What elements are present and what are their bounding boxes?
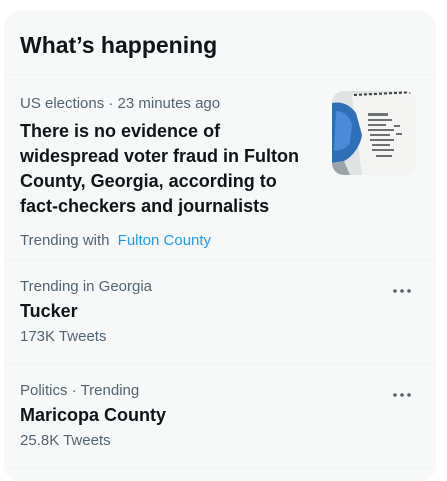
trending-with: Trending with Fulton County — [20, 231, 420, 251]
panel-title: What’s happening — [20, 32, 218, 58]
whats-happening-panel: What’s happening US elections · 23 minut… — [4, 11, 436, 481]
more-horizontal-icon[interactable] — [390, 281, 414, 301]
trend-count: 25.8K Tweets — [20, 432, 111, 449]
ballot-image-icon — [332, 91, 416, 175]
trend-meta: Politics · Trending — [20, 382, 140, 399]
more-horizontal-icon[interactable] — [390, 385, 414, 405]
trend-name: Maricopa County — [20, 405, 167, 425]
trend-item[interactable]: Politics · Trending Maricopa County 25.8… — [4, 365, 436, 469]
trend-meta: Trending in Georgia — [20, 278, 153, 295]
trend-name: Tucker — [20, 301, 78, 321]
trending-with-label: Trending with — [20, 232, 110, 249]
trend-headline: There is no evidence of widespread voter… — [20, 121, 300, 216]
panel-header: What’s happening — [4, 11, 436, 75]
trend-item-news[interactable]: US elections · 23 minutes ago There is n… — [4, 75, 436, 261]
trend-count: 173K Tweets — [20, 328, 107, 345]
trending-with-link[interactable]: Fulton County — [118, 232, 211, 249]
news-thumbnail[interactable] — [332, 91, 416, 175]
trend-item[interactable]: Trending in Georgia Tucker 173K Tweets — [4, 261, 436, 365]
